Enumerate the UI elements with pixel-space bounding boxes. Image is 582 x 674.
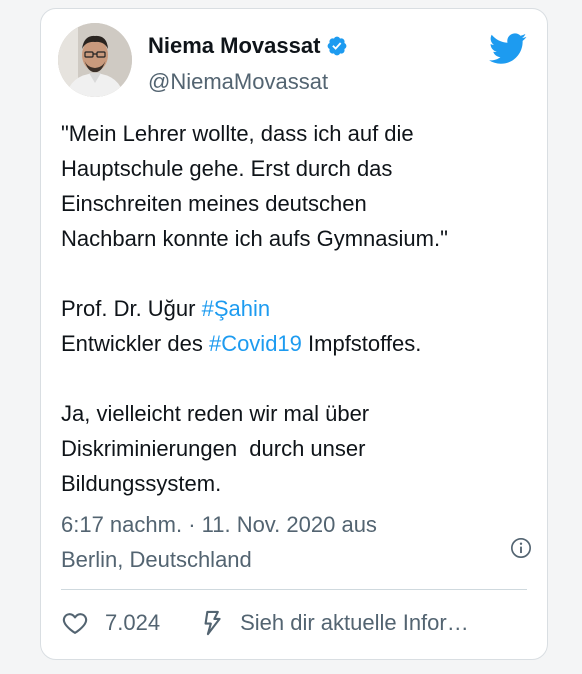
text-line: Bildungssystem. (61, 471, 222, 496)
info-icon[interactable] (510, 537, 532, 559)
info-link-label: Sieh dir aktuelle Infor… (240, 610, 469, 635)
lightning-icon (204, 610, 221, 636)
verified-badge-icon (328, 36, 347, 56)
text-segment: Prof. Dr. Uğur (61, 296, 202, 321)
timestamp-link[interactable]: 6:17 nachm. · 11. Nov. 2020 aus (61, 507, 377, 542)
avatar[interactable] (58, 23, 132, 97)
like-count: 7.024 (105, 610, 161, 635)
heart-icon (62, 613, 88, 634)
text-line: Prof. Dr. Uğur #Şahin (61, 291, 536, 326)
twitter-logo-icon[interactable] (489, 33, 527, 65)
text-line: Entwickler des #Covid19 Impfstoffes. (61, 326, 536, 361)
tweet-card: Niema Movassat @NiemaMovassat "Mein Lehr… (40, 8, 548, 660)
text-segment: Impfstoffes. (301, 331, 422, 356)
text-line: Ja, vielleicht reden wir mal über (61, 401, 370, 426)
tweet-meta: 6:17 nachm. · 11. Nov. 2020 aus Berlin, … (61, 507, 377, 577)
info-link[interactable]: Sieh dir aktuelle Infor… (198, 609, 469, 637)
author-row[interactable]: Niema Movassat (148, 33, 348, 59)
hashtag-link[interactable]: #Şahin (202, 296, 271, 321)
text-segment: Entwickler des (61, 331, 209, 356)
tweet-text: "Mein Lehrer wollte, dass ich auf die Ha… (61, 116, 536, 501)
author-name[interactable]: Niema Movassat (148, 33, 320, 59)
text-line: "Mein Lehrer wollte, dass ich auf die (61, 121, 414, 146)
text-line: Nachbarn konnte ich aufs Gymnasium." (61, 226, 448, 251)
hashtag-link[interactable]: #Covid19 (209, 331, 302, 356)
text-line: Einschreiten meines deutschen (61, 191, 367, 216)
text-line: Hauptschule gehe. Erst durch das (61, 156, 393, 181)
divider (61, 589, 527, 590)
action-bar: 7.024 Sieh dir aktuelle Infor… (61, 609, 469, 637)
author-handle[interactable]: @NiemaMovassat (148, 69, 328, 95)
location-text: Berlin, Deutschland (61, 547, 252, 572)
like-button[interactable]: 7.024 (61, 609, 160, 637)
text-line: Diskriminierungen durch unser (61, 436, 366, 461)
